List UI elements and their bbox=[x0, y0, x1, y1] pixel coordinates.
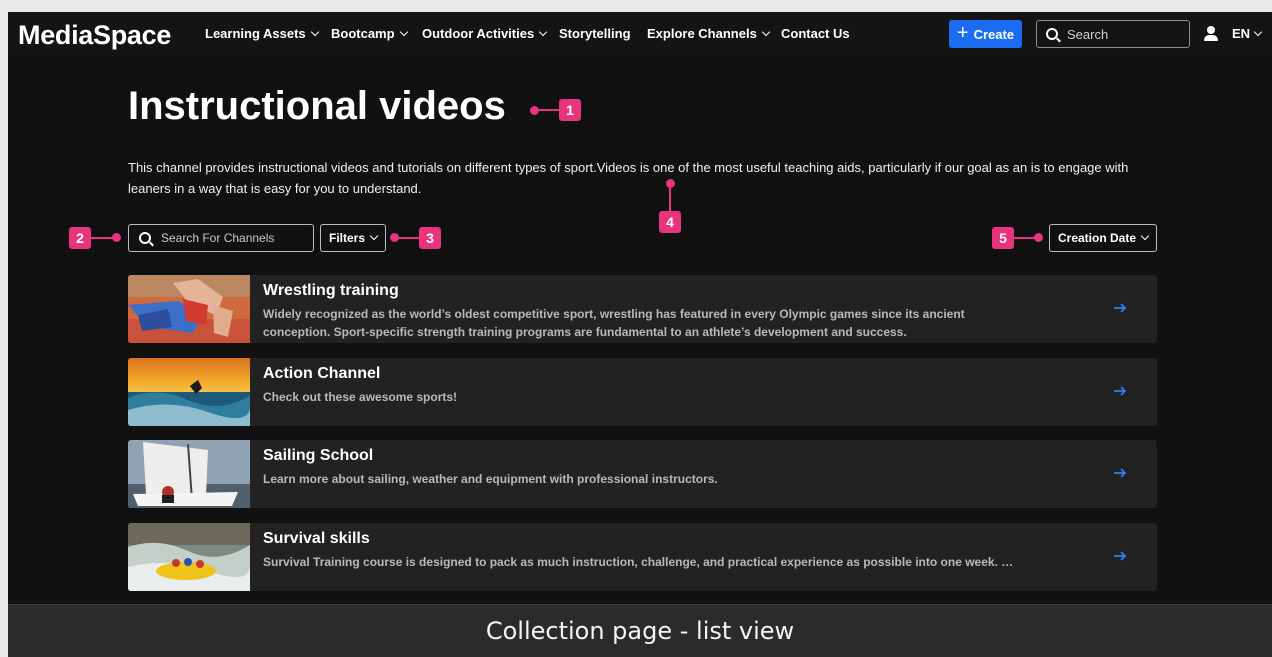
channel-title[interactable]: Action Channel bbox=[263, 365, 380, 383]
channel-search-placeholder: Search For Channels bbox=[161, 231, 275, 245]
chevron-down-icon bbox=[310, 27, 319, 36]
sort-label: Creation Date bbox=[1057, 231, 1137, 245]
annotation-line bbox=[669, 184, 671, 211]
global-search-input[interactable]: Search bbox=[1036, 20, 1190, 48]
channel-list-item[interactable]: Sailing School Learn more about sailing,… bbox=[128, 440, 1157, 508]
arrow-right-icon[interactable] bbox=[1113, 466, 1127, 480]
nav-label: Contact Us bbox=[781, 26, 850, 41]
channel-search-input[interactable]: Search For Channels bbox=[128, 224, 314, 252]
chevron-down-icon bbox=[369, 231, 379, 241]
nav-label: Outdoor Activities bbox=[422, 26, 535, 41]
chevron-down-icon bbox=[1253, 27, 1263, 36]
language-selector[interactable]: EN bbox=[1232, 26, 1263, 41]
language-label: EN bbox=[1232, 26, 1251, 41]
search-placeholder: Search bbox=[1067, 26, 1109, 42]
annotation-dot bbox=[112, 233, 121, 242]
chevron-down-icon bbox=[761, 27, 771, 36]
channel-thumbnail bbox=[128, 275, 250, 343]
annotation-line bbox=[535, 109, 559, 111]
channel-description: Widely recognized as the world’s oldest … bbox=[263, 307, 965, 339]
nav-label: Storytelling bbox=[559, 26, 631, 41]
search-icon bbox=[1046, 28, 1058, 40]
nav-contact-us[interactable]: Contact Us bbox=[781, 26, 850, 41]
annotation-line bbox=[395, 237, 419, 239]
annotation-badge-2: 2 bbox=[69, 227, 91, 249]
nav-bootcamp[interactable]: Bootcamp bbox=[331, 26, 408, 41]
annotation-dot bbox=[1034, 233, 1043, 242]
channel-title[interactable]: Sailing School bbox=[263, 447, 373, 465]
annotation-badge-1: 1 bbox=[559, 99, 581, 121]
nav-storytelling[interactable]: Storytelling bbox=[559, 26, 631, 41]
filters-button[interactable]: Filters bbox=[320, 224, 386, 252]
chevron-down-icon bbox=[538, 27, 548, 36]
caption-bar: Collection page - list view bbox=[8, 604, 1272, 657]
channel-thumbnail bbox=[128, 358, 250, 426]
search-icon bbox=[139, 232, 151, 244]
arrow-right-icon[interactable] bbox=[1113, 384, 1127, 398]
nav-label: Learning Assets bbox=[205, 26, 306, 41]
channel-thumbnail bbox=[128, 440, 250, 508]
arrow-right-icon[interactable] bbox=[1113, 549, 1127, 563]
nav-learning-assets[interactable]: Learning Assets bbox=[205, 26, 319, 41]
channel-title[interactable]: Wrestling training bbox=[263, 282, 399, 300]
create-button[interactable]: + Create bbox=[949, 20, 1022, 48]
annotation-badge-4: 4 bbox=[659, 211, 681, 233]
channel-description: This channel provides instructional vide… bbox=[128, 160, 1129, 196]
channel-list-item[interactable]: Survival skills Survival Training course… bbox=[128, 523, 1157, 591]
chevron-down-icon bbox=[1140, 231, 1150, 241]
sort-dropdown[interactable]: Creation Date bbox=[1049, 224, 1157, 252]
create-label: Create bbox=[973, 26, 1015, 42]
app-frame: MediaSpace Learning Assets Bootcamp Outd… bbox=[8, 12, 1272, 657]
channel-list-item[interactable]: Action Channel Check out these awesome s… bbox=[128, 358, 1157, 426]
logo[interactable]: MediaSpace bbox=[18, 20, 171, 51]
channel-description: Check out these awesome sports! bbox=[263, 390, 458, 404]
arrow-right-icon[interactable] bbox=[1113, 301, 1127, 315]
nav-outdoor-activities[interactable]: Outdoor Activities bbox=[422, 26, 548, 41]
user-icon[interactable] bbox=[1204, 26, 1218, 42]
channel-list-item[interactable]: Wrestling training Widely recognized as … bbox=[128, 275, 1157, 343]
annotation-badge-5: 5 bbox=[992, 227, 1014, 249]
chevron-down-icon bbox=[399, 27, 408, 36]
channel-thumbnail bbox=[128, 523, 250, 591]
annotation-badge-3: 3 bbox=[419, 227, 441, 249]
nav-label: Bootcamp bbox=[331, 26, 395, 41]
filters-label: Filters bbox=[328, 231, 365, 245]
plus-icon: + bbox=[956, 22, 969, 44]
top-navbar: MediaSpace Learning Assets Bootcamp Outd… bbox=[8, 12, 1272, 57]
nav-label: Explore Channels bbox=[647, 26, 757, 41]
channel-description: Learn more about sailing, weather and eq… bbox=[263, 472, 718, 486]
channel-description: Survival Training course is designed to … bbox=[263, 555, 1014, 569]
channel-title[interactable]: Survival skills bbox=[263, 530, 370, 548]
page-title: Instructional videos bbox=[128, 84, 506, 128]
nav-explore-channels[interactable]: Explore Channels bbox=[647, 26, 771, 41]
